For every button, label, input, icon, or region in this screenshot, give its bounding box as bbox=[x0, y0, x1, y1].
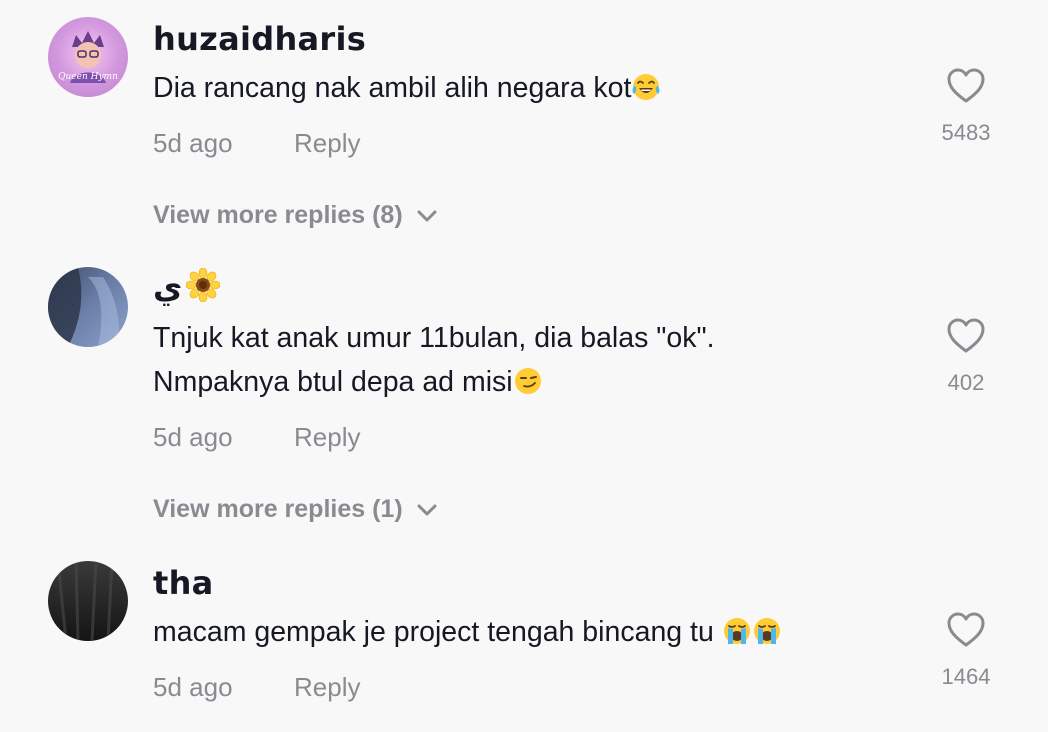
avatar[interactable] bbox=[48, 561, 128, 641]
view-more-replies-button[interactable]: View more replies (8) bbox=[153, 201, 437, 230]
reply-button[interactable]: Reply bbox=[294, 128, 360, 159]
reply-button[interactable]: Reply bbox=[294, 672, 360, 703]
comment-text-content: Dia rancang nak ambil alih negara kot bbox=[153, 72, 632, 104]
reply-button[interactable]: Reply bbox=[294, 422, 360, 453]
smirking-face-emoji bbox=[514, 368, 541, 394]
face-with-tears-of-joy-emoji bbox=[632, 74, 660, 100]
heart-outline-icon[interactable] bbox=[947, 318, 985, 354]
view-more-replies-label: View more replies (1) bbox=[153, 495, 403, 523]
like-count: 5483 bbox=[941, 120, 991, 145]
svg-text:Queen Hymn: Queen Hymn bbox=[58, 72, 118, 82]
chevron-down-icon bbox=[417, 210, 437, 222]
comment-timestamp: 5d ago bbox=[153, 422, 233, 452]
username[interactable]: ي bbox=[153, 267, 221, 306]
comment-text: Tnjuk kat anak umur 11bulan, dia balas "… bbox=[153, 316, 715, 404]
comment-text: Dia rancang nak ambil alih negara kot bbox=[153, 66, 661, 110]
username[interactable]: tha bbox=[153, 564, 214, 602]
comment-timestamp: 5d ago bbox=[153, 672, 233, 702]
avatar[interactable]: Queen Hymn bbox=[48, 17, 128, 97]
comment-text: macam gempak je project tengah bincang t… bbox=[153, 610, 782, 654]
comment-text-content: macam gempak je project tengah bincang t… bbox=[153, 616, 722, 648]
like-count: 402 bbox=[947, 370, 985, 395]
loudly-crying-face-emoji bbox=[753, 618, 780, 644]
comment-timestamp: 5d ago bbox=[153, 128, 233, 158]
sunflower-emoji bbox=[186, 267, 221, 303]
comment-text-line: Nmpaknya btul depa ad misi bbox=[153, 360, 715, 404]
comment-text-line: Tnjuk kat anak umur 11bulan, dia balas "… bbox=[153, 322, 715, 354]
avatar[interactable] bbox=[48, 267, 128, 347]
chevron-down-icon bbox=[417, 504, 437, 516]
view-more-replies-label: View more replies (8) bbox=[153, 201, 403, 229]
heart-outline-icon[interactable] bbox=[947, 612, 985, 648]
like-count: 1464 bbox=[941, 664, 991, 689]
username-text: ي bbox=[153, 268, 183, 306]
username[interactable]: huzaidharis bbox=[153, 20, 366, 58]
heart-outline-icon[interactable] bbox=[947, 68, 985, 104]
view-more-replies-button[interactable]: View more replies (1) bbox=[153, 495, 437, 524]
comment-text-content: Nmpaknya btul depa ad misi bbox=[153, 366, 513, 398]
loudly-crying-face-emoji bbox=[723, 618, 750, 644]
